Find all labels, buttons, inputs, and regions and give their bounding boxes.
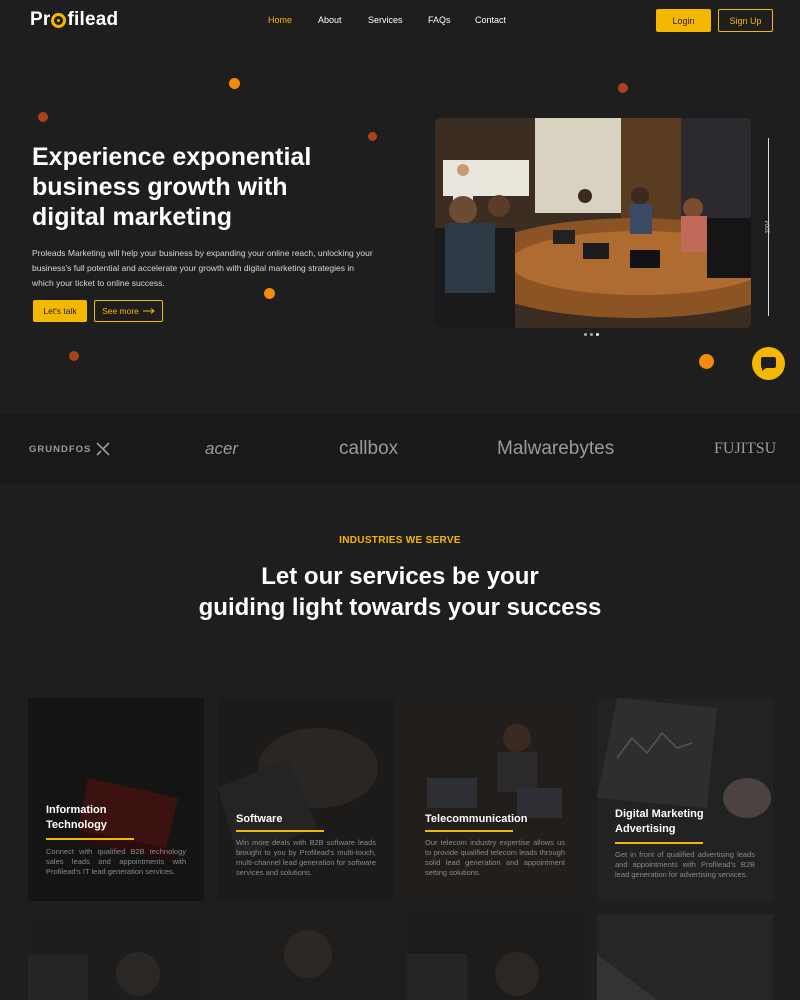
arrow-right-icon <box>142 308 155 314</box>
card-description: Get in front of qualified advertising le… <box>615 850 755 879</box>
signup-button[interactable]: Sign Up <box>718 9 773 32</box>
hero-meeting-photo <box>435 118 751 328</box>
industry-card-image[interactable] <box>218 914 394 1000</box>
section-title-line-2: guiding light towards your success <box>198 594 602 621</box>
client-logo-callbox: callbox <box>339 438 399 459</box>
card-description: Connect with qualified B2B technology sa… <box>46 847 186 876</box>
industry-card-image[interactable] <box>407 914 583 1000</box>
card-description: Our telecom industry expertise allows us… <box>425 838 565 877</box>
see-more-label: See more <box>102 306 139 316</box>
chat-bubble-icon <box>761 356 776 371</box>
decor-dot <box>229 78 240 89</box>
card-accent-bar <box>236 830 324 832</box>
client-logo-fujitsu: FUJITSU <box>714 440 777 457</box>
card-accent-bar <box>46 838 134 840</box>
client-logo-acer: acer <box>205 439 239 458</box>
login-button[interactable]: Login <box>656 9 711 32</box>
slider-dot-active[interactable] <box>596 333 599 336</box>
brand-logo[interactable]: Pr filead <box>30 9 118 31</box>
industry-card-telecom[interactable]: Telecommunication Our telecom industry e… <box>407 698 583 901</box>
card-description: Win more deals with B2B software leads b… <box>236 838 376 877</box>
card-title: Software <box>236 813 283 825</box>
nav-link-about[interactable]: About <box>318 15 368 25</box>
card-accent-bar <box>615 842 703 844</box>
decor-dot <box>699 354 714 369</box>
top-navigation: Pr filead Home About Services FAQs Contac… <box>0 0 800 42</box>
see-more-button[interactable]: See more <box>94 300 163 322</box>
hero-description: Proleads Marketing will help your busine… <box>32 248 373 288</box>
decor-dot <box>618 83 628 93</box>
slider-dot[interactable] <box>584 333 587 336</box>
decor-dot <box>38 112 48 122</box>
card-title: Information Technology <box>46 804 107 831</box>
decor-dot <box>69 351 79 361</box>
section-eyebrow: INDUSTRIES WE SERVE <box>339 535 461 546</box>
industry-card-image[interactable] <box>28 914 204 1000</box>
nav-link-contact[interactable]: Contact <box>475 15 506 25</box>
section-title-line-1: Let our services be your <box>261 563 539 590</box>
client-logo-malwarebytes: Malwarebytes <box>497 438 615 459</box>
client-logos-strip: GRUNDFOS acer callbox Malwarebytes FUJIT… <box>0 414 800 484</box>
client-name: GRUNDFOS <box>29 443 92 455</box>
card-title: Telecommunication <box>425 813 528 825</box>
logo-target-icon <box>51 12 67 28</box>
decor-dot <box>368 132 377 141</box>
section-title: Let our services be your guiding light t… <box>0 561 800 623</box>
card-accent-bar <box>425 830 513 832</box>
industry-card-image[interactable] <box>597 914 773 1000</box>
grundfos-x-icon <box>96 442 110 456</box>
slider-dots <box>584 333 599 336</box>
nav-links: Home About Services FAQs Contact <box>268 15 506 25</box>
card-title: Digital Marketing Advertising <box>615 808 704 835</box>
hero-title: Experience exponential business growth w… <box>32 143 312 231</box>
lets-talk-button[interactable]: Let's talk <box>33 300 87 322</box>
side-year-label: 2004 <box>765 220 772 234</box>
industry-card-digital-marketing[interactable]: Digital Marketing Advertising Get in fro… <box>597 698 773 901</box>
industry-card-software[interactable]: Software Win more deals with B2B softwar… <box>218 698 394 901</box>
nav-link-faqs[interactable]: FAQs <box>428 15 475 25</box>
nav-link-home[interactable]: Home <box>268 15 318 25</box>
industry-card-it[interactable]: Information Technology Connect with qual… <box>28 698 204 901</box>
client-logo-grundfos: GRUNDFOS <box>29 414 111 484</box>
nav-link-services[interactable]: Services <box>368 15 428 25</box>
chat-button[interactable] <box>752 347 785 380</box>
slider-dot[interactable] <box>590 333 593 336</box>
